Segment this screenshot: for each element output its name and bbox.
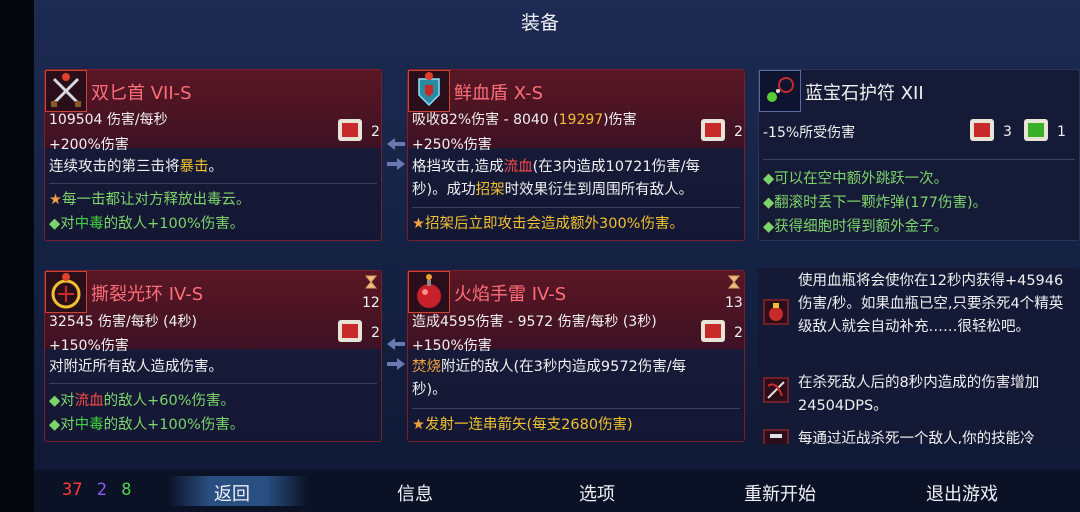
equipment-card-sapphire-amulet[interactable]: 蓝宝石护符 XII -15%所受伤害 3 1 ◆可以在空中额外跳跃一次。 ◆翻滚…	[758, 69, 1080, 241]
equipment-card-fire-grenade[interactable]: 火焰手雷 IV-S 13 造成4595伤害 - 9572 伤害/每秒 (3秒) …	[407, 270, 745, 442]
divider	[412, 408, 740, 409]
page-title: 装备	[520, 12, 559, 34]
scroll-count: 2	[734, 325, 743, 341]
left-strip	[0, 0, 34, 512]
equipment-card-dual-daggers[interactable]: 双匕首 VII-S 109504 伤害/每秒 +200%伤害 2 连续攻击的第三…	[44, 69, 382, 241]
item-name: 蓝宝石护符 XII	[805, 83, 924, 104]
scroll-count: 2	[371, 325, 380, 341]
scroll-icon	[701, 119, 725, 141]
swap-arrows-icon[interactable]	[385, 334, 407, 374]
restart-button[interactable]: 重新开始	[744, 480, 816, 506]
scroll-icon	[701, 320, 725, 342]
cooldown-seconds: 12	[362, 295, 380, 311]
scroll-count-red: 3	[1003, 124, 1012, 140]
item-description: 连续攻击的第三击将暴击。	[49, 159, 223, 175]
tearing-aura-icon	[45, 271, 87, 313]
item-description: 焚烧附近的敌人(在3秒内造成9572伤害/每 秒)。	[412, 359, 687, 398]
dual-daggers-icon	[45, 70, 87, 112]
potion-mutation-icon	[763, 299, 789, 325]
quit-game-button[interactable]: 退出游戏	[926, 480, 998, 506]
affix-3: ◆获得细胞时得到额外金子。	[763, 219, 949, 235]
item-name: 鲜血盾 X-S	[454, 83, 544, 104]
affix-1: ◆对流血的敌人+60%伤害。	[49, 393, 236, 409]
item-bonus: +150%伤害	[412, 338, 492, 354]
divider	[49, 383, 377, 384]
survival-count: 8	[121, 480, 132, 500]
scroll-icon	[338, 119, 362, 141]
info-button[interactable]: 信息	[397, 480, 433, 506]
item-dps: 造成4595伤害 - 9572 伤害/每秒 (3秒)	[412, 314, 657, 330]
bottom-menu-bar: 37 2 8 返回 信息 选项 重新开始 退出游戏	[34, 470, 1080, 512]
divider	[49, 183, 377, 184]
item-bonus: +150%伤害	[49, 338, 129, 354]
item-description: 格挡攻击,造成流血(在3内造成10721伤害/每 秒)。成功招架时效果衍生到周围所…	[412, 159, 701, 198]
scroll-count: 2	[371, 124, 380, 140]
scroll-icon	[338, 320, 362, 342]
item-name: 双匕首 VII-S	[91, 83, 192, 104]
item-dps: 109504 伤害/每秒	[49, 112, 168, 128]
amulet-icon	[759, 70, 801, 112]
back-button[interactable]: 返回	[214, 480, 250, 506]
stat-counters: 37 2 8	[62, 480, 131, 500]
scroll-count-green: 1	[1057, 124, 1066, 140]
scroll-count: 2	[734, 124, 743, 140]
swap-arrows-icon[interactable]	[385, 134, 407, 174]
equipment-card-tearing-aura[interactable]: 撕裂光环 IV-S 12 32545 伤害/每秒 (4秒) +150%伤害 2 …	[44, 270, 382, 442]
cooldown-hourglass-icon	[365, 275, 377, 289]
mutation-text: 在杀死敌人后的8秒内造成的伤害增加24504DPS。	[798, 375, 1040, 414]
item-stat: 吸收82%伤害 - 8040 (19297)伤害	[412, 112, 637, 128]
affix-1: ★发射一连串箭矢(每支2680伤害)	[412, 417, 633, 433]
cooldown-seconds: 13	[725, 295, 743, 311]
affix-2: ◆翻滚时丢下一颗炸弹(177伤害)。	[763, 195, 988, 211]
affix-2: ◆对中毒的敌人+100%伤害。	[49, 417, 245, 433]
bow-mutation-icon	[763, 377, 789, 403]
blood-shield-icon	[408, 70, 450, 112]
mutation-text: 使用血瓶将会使你在12秒内获得+45946伤害/秒。如果血瓶已空,只要杀死4个精…	[798, 273, 1064, 335]
mutation-text: 每通过近战杀死一个敌人,你的技能冷	[798, 431, 1035, 444]
options-button[interactable]: 选项	[579, 480, 615, 506]
item-name: 撕裂光环 IV-S	[91, 284, 204, 305]
affix-1: ★每一击都让对方释放出毒云。	[49, 192, 251, 208]
cooldown-hourglass-icon	[728, 275, 740, 289]
divider	[763, 159, 1075, 160]
scroll-icon	[970, 119, 994, 141]
item-stat: -15%所受伤害	[763, 125, 856, 141]
item-name: 火焰手雷 IV-S	[454, 284, 567, 305]
tactics-count: 2	[96, 480, 107, 500]
item-description: 对附近所有敌人造成伤害。	[49, 359, 223, 375]
equipment-card-blood-shield[interactable]: 鲜血盾 X-S 吸收82%伤害 - 8040 (19297)伤害 +250%伤害…	[407, 69, 745, 241]
divider	[412, 207, 740, 208]
item-dps: 32545 伤害/每秒 (4秒)	[49, 314, 197, 330]
affix-2: ◆对中毒的敌人+100%伤害。	[49, 216, 245, 232]
scroll-green-icon	[1024, 119, 1048, 141]
affix-1: ◆可以在空中额外跳跃一次。	[763, 171, 949, 187]
mutations-list[interactable]: 使用血瓶将会使你在12秒内获得+45946伤害/秒。如果血瓶已空,只要杀死4个精…	[758, 268, 1080, 444]
fire-grenade-icon	[408, 271, 450, 313]
brutality-count: 37	[62, 480, 83, 500]
item-bonus: +200%伤害	[49, 137, 129, 153]
affix-1: ★招架后立即攻击会造成额外300%伤害。	[412, 216, 684, 232]
melee-mutation-icon	[763, 429, 789, 444]
item-bonus: +250%伤害	[412, 137, 492, 153]
